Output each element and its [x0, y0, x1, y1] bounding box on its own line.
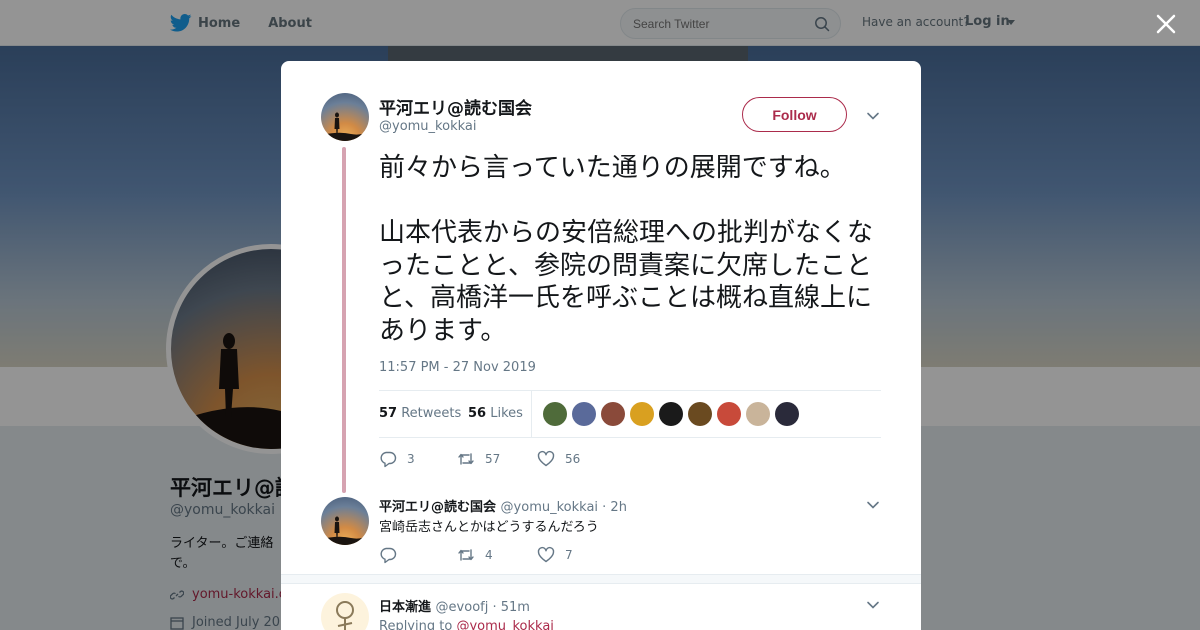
tweet-author-avatar[interactable]	[321, 93, 369, 141]
tweet-author-handle[interactable]: @yomu_kokkai	[379, 119, 476, 134]
tweet-text: 前々から言っていた通りの展開ですね。 山本代表からの安倍総理への批判がなくなった…	[379, 153, 874, 346]
like-button[interactable]: 7	[537, 546, 573, 564]
retweet-icon	[458, 549, 474, 561]
reply-icon	[380, 451, 397, 468]
liker-avatar[interactable]	[659, 402, 683, 426]
reply-author-avatar[interactable]	[321, 593, 369, 630]
close-icon[interactable]	[1154, 12, 1178, 36]
stats-divider	[531, 391, 532, 437]
chevron-down-icon[interactable]	[866, 109, 880, 123]
tweet-stats: 57 Retweets 56 Likes	[379, 390, 881, 438]
like-count: 56	[565, 452, 581, 466]
liker-avatar[interactable]	[601, 402, 625, 426]
chevron-down-icon[interactable]	[866, 498, 880, 512]
liker-avatar[interactable]	[630, 402, 654, 426]
thread-connector-line	[342, 147, 346, 493]
heart-icon	[537, 546, 555, 563]
replies-divider	[281, 574, 921, 584]
silhouette-figure-icon	[321, 516, 369, 545]
silhouette-figure-icon	[321, 112, 369, 141]
replying-to-line: Replying to @yomu_kokkai	[379, 619, 554, 630]
reply-count: 3	[407, 452, 415, 466]
likes-label: Likes	[490, 406, 523, 421]
tweet-timestamp[interactable]: 11:57 PM - 27 Nov 2019	[379, 360, 536, 375]
heart-icon	[537, 450, 555, 467]
reply-author-meta[interactable]: @evoofj · 51m	[436, 600, 530, 615]
reply-header[interactable]: 日本漸進 @evoofj · 51m	[379, 596, 530, 615]
reply-header[interactable]: 平河エリ@読む国会 @yomu_kokkai · 2h	[379, 496, 627, 515]
liker-avatar[interactable]	[775, 402, 799, 426]
liker-avatar[interactable]	[746, 402, 770, 426]
reply-author-name[interactable]: 日本漸進	[379, 600, 431, 615]
tweet-permalink-modal: 平河エリ@読む国会 @yomu_kokkai Follow 前々から言っていた通…	[281, 61, 921, 630]
like-button[interactable]: 56	[537, 450, 580, 468]
reply-actions: 4 7	[379, 546, 573, 564]
like-count: 7	[565, 548, 573, 562]
reply-author-name[interactable]: 平河エリ@読む国会	[379, 500, 496, 515]
liker-avatar[interactable]	[688, 402, 712, 426]
liker-avatar[interactable]	[717, 402, 741, 426]
retweets-count: 57	[379, 406, 398, 421]
chevron-down-icon[interactable]	[866, 598, 880, 612]
retweet-button[interactable]: 57	[457, 450, 537, 468]
replying-to-prefix: Replying to	[379, 619, 453, 630]
tweet-actions: 3 57 56	[379, 450, 580, 468]
reply-author-avatar[interactable]	[321, 497, 369, 545]
reply-button[interactable]	[379, 546, 457, 564]
retweet-count: 4	[485, 548, 493, 562]
retweets-stat[interactable]: 57 Retweets	[379, 406, 461, 421]
likes-count: 56	[468, 406, 487, 421]
retweet-button[interactable]: 4	[457, 546, 537, 564]
reply-button[interactable]: 3	[379, 450, 457, 468]
retweets-label: Retweets	[401, 406, 462, 421]
liker-avatars	[543, 402, 804, 426]
reply-icon	[380, 547, 397, 564]
reply-text: 宮崎岳志さんとかはどうするんだろう	[379, 520, 599, 535]
tweet-author-name[interactable]: 平河エリ@読む国会	[379, 94, 532, 119]
reply-author-meta[interactable]: @yomu_kokkai · 2h	[501, 500, 627, 515]
replying-to-handle[interactable]: @yomu_kokkai	[456, 619, 553, 630]
liker-avatar[interactable]	[572, 402, 596, 426]
retweet-icon	[458, 453, 474, 465]
liker-avatar[interactable]	[543, 402, 567, 426]
retweet-count: 57	[485, 452, 501, 466]
likes-stat[interactable]: 56 Likes	[468, 406, 523, 421]
person-outline-icon	[336, 601, 354, 630]
follow-button[interactable]: Follow	[742, 97, 847, 132]
